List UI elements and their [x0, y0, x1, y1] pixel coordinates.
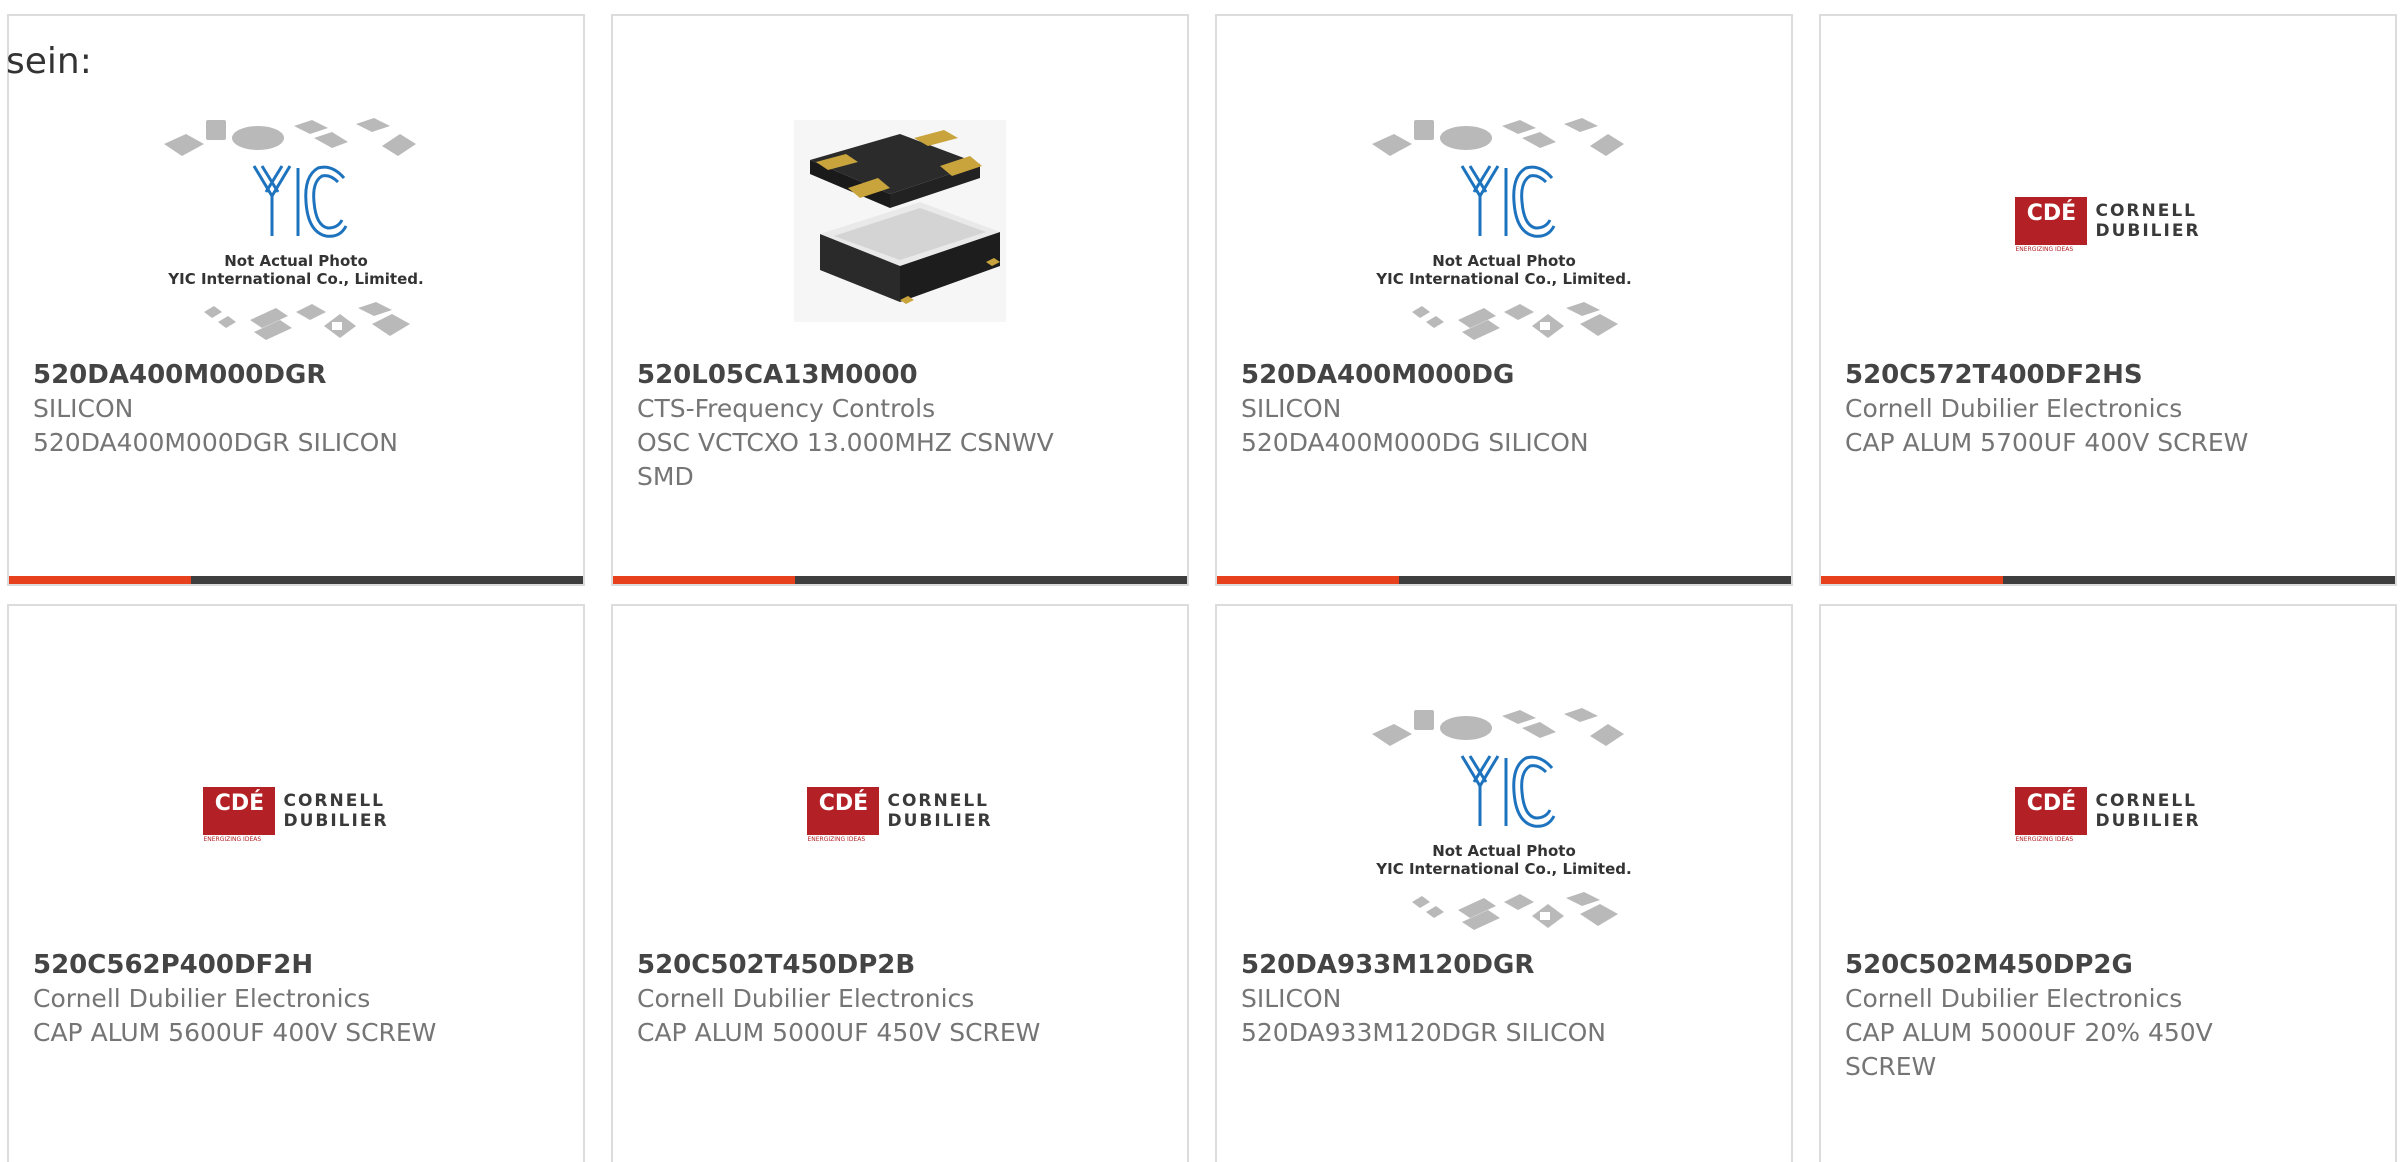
product-grid: sein: Not Actual Photo YIC International… — [0, 0, 2400, 1162]
product-card[interactable]: Not Actual Photo YIC International Co., … — [1215, 14, 1793, 586]
card-accent-bar — [613, 576, 795, 584]
product-image-cde-logo: CDÉ ENERGIZING IDEAS CORNELL DUBILIER — [1821, 666, 2395, 956]
manufacturer: Cornell Dubilier Electronics — [1845, 394, 2183, 423]
product-info: 520DA933M120DGR SILICON 520DA933M120DGR … — [1241, 948, 1767, 1050]
part-number-link[interactable]: 520DA933M120DGR — [1241, 948, 1767, 982]
product-image-yic-placeholder: Not Actual Photo YIC International Co., … — [9, 76, 583, 366]
product-info: 520L05CA13M0000 CTS-Frequency Controls O… — [637, 358, 1163, 494]
part-number-link[interactable]: 520C502M450DP2G — [1845, 948, 2371, 982]
product-description: CAP ALUM 5000UF 450V SCREW — [637, 1018, 1041, 1047]
product-description: CAP ALUM 5600UF 400V SCREW — [33, 1018, 437, 1047]
part-number-link[interactable]: 520DA400M000DGR — [33, 358, 559, 392]
part-number-link[interactable]: 520DA400M000DG — [1241, 358, 1767, 392]
product-image-yic-placeholder: Not Actual Photo YIC International Co., … — [1217, 76, 1791, 366]
card-accent-bar — [9, 576, 191, 584]
product-info: 520C502M450DP2G Cornell Dubilier Electro… — [1845, 948, 2371, 1084]
product-card[interactable]: Not Actual Photo YIC International Co., … — [7, 14, 585, 586]
placeholder-caption-1: Not Actual Photo — [1432, 252, 1576, 270]
cde-logo: CDÉ ENERGIZING IDEAS CORNELL DUBILIER — [203, 787, 388, 843]
product-description: OSC VCTCXO 13.000MHZ CSNWV SMD — [637, 428, 1054, 491]
product-info: 520C562P400DF2H Cornell Dubilier Electro… — [33, 948, 559, 1050]
part-number-link[interactable]: 520C572T400DF2HS — [1845, 358, 2371, 392]
manufacturer: SILICON — [1241, 394, 1342, 423]
lead-text: sein: — [6, 41, 92, 82]
product-info: 520C572T400DF2HS Cornell Dubilier Electr… — [1845, 358, 2371, 460]
product-info: 520DA400M000DG SILICON 520DA400M000DG SI… — [1241, 358, 1767, 460]
manufacturer: Cornell Dubilier Electronics — [637, 984, 975, 1013]
part-number-link[interactable]: 520C562P400DF2H — [33, 948, 559, 982]
product-card[interactable]: CDÉ ENERGIZING IDEAS CORNELL DUBILIER 520C… — [611, 604, 1189, 1162]
card-bottom-bar — [613, 576, 1187, 584]
card-bottom-bar — [1821, 576, 2395, 584]
product-image-yic-placeholder: Not Actual Photo YIC International Co., … — [1217, 666, 1791, 956]
placeholder-caption-2: YIC International Co., Limited. — [1375, 860, 1631, 878]
product-description: CAP ALUM 5700UF 400V SCREW — [1845, 428, 2249, 457]
product-info: 520C502T450DP2B Cornell Dubilier Electro… — [637, 948, 1163, 1050]
manufacturer: SILICON — [1241, 984, 1342, 1013]
product-card[interactable]: CDÉ ENERGIZING IDEAS CORNELL DUBILIER 520C… — [1819, 14, 2397, 586]
cde-logo: CDÉ ENERGIZING IDEAS CORNELL DUBILIER — [2015, 197, 2200, 253]
product-description: CAP ALUM 5000UF 20% 450V SCREW — [1845, 1018, 2213, 1081]
product-card[interactable]: CDÉ ENERGIZING IDEAS CORNELL DUBILIER 520C… — [1819, 604, 2397, 1162]
placeholder-caption-1: Not Actual Photo — [1432, 842, 1576, 860]
product-image-oscillator — [613, 76, 1187, 366]
product-card[interactable]: Not Actual Photo YIC International Co., … — [1215, 604, 1793, 1162]
card-accent-bar — [1821, 576, 2003, 584]
part-number-link[interactable]: 520L05CA13M0000 — [637, 358, 1163, 392]
card-bottom-bar — [9, 576, 583, 584]
cde-logo: CDÉ ENERGIZING IDEAS CORNELL DUBILIER — [2015, 787, 2200, 843]
part-number-link[interactable]: 520C502T450DP2B — [637, 948, 1163, 982]
placeholder-caption-2: YIC International Co., Limited. — [167, 270, 423, 288]
product-description: 520DA400M000DG SILICON — [1241, 428, 1589, 457]
product-card[interactable]: CDÉ ENERGIZING IDEAS CORNELL DUBILIER 520C… — [7, 604, 585, 1162]
manufacturer: Cornell Dubilier Electronics — [33, 984, 371, 1013]
placeholder-caption-1: Not Actual Photo — [224, 252, 368, 270]
manufacturer: CTS-Frequency Controls — [637, 394, 936, 423]
product-image-cde-logo: CDÉ ENERGIZING IDEAS CORNELL DUBILIER — [1821, 76, 2395, 366]
product-image-cde-logo: CDÉ ENERGIZING IDEAS CORNELL DUBILIER — [613, 666, 1187, 956]
card-bottom-bar — [1217, 576, 1791, 584]
manufacturer: Cornell Dubilier Electronics — [1845, 984, 2183, 1013]
product-description: 520DA933M120DGR SILICON — [1241, 1018, 1606, 1047]
placeholder-caption-2: YIC International Co., Limited. — [1375, 270, 1631, 288]
cde-logo: CDÉ ENERGIZING IDEAS CORNELL DUBILIER — [807, 787, 992, 843]
product-info: 520DA400M000DGR SILICON 520DA400M000DGR … — [33, 358, 559, 460]
product-image-cde-logo: CDÉ ENERGIZING IDEAS CORNELL DUBILIER — [9, 666, 583, 956]
card-accent-bar — [1217, 576, 1399, 584]
product-description: 520DA400M000DGR SILICON — [33, 428, 398, 457]
product-card[interactable]: 520L05CA13M0000 CTS-Frequency Controls O… — [611, 14, 1189, 586]
manufacturer: SILICON — [33, 394, 134, 423]
